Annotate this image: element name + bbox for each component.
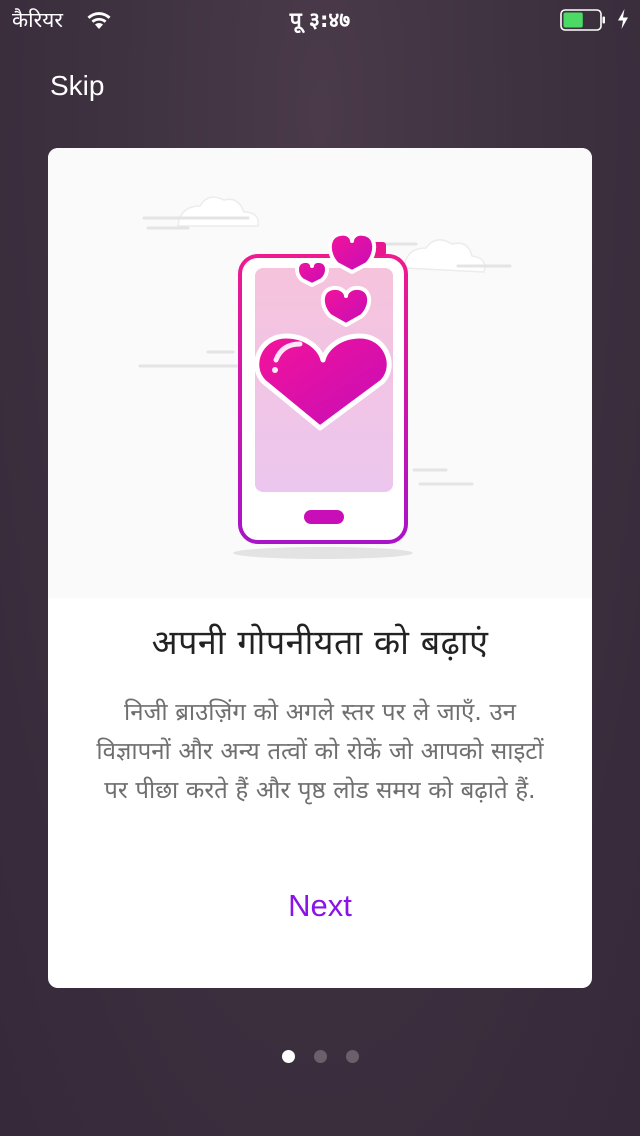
battery-icon xyxy=(560,9,605,31)
status-bar: कैरियर पू ३:४७ xyxy=(0,0,640,40)
illustration-area xyxy=(48,148,592,598)
page-dot-3[interactable] xyxy=(345,1050,359,1063)
page-dot-1[interactable] xyxy=(281,1050,295,1063)
card-description: निजी ब्राउज़िंग को अगले स्तर पर ले जाएँ.… xyxy=(96,698,544,804)
next-button[interactable]: Next xyxy=(48,888,592,924)
skip-button[interactable]: Skip xyxy=(50,70,104,102)
status-time: पू ३:४७ xyxy=(289,8,351,32)
phone-with-hearts-illustration xyxy=(138,196,512,559)
onboarding-card: अपनी गोपनीयता को बढ़ाएं निजी ब्राउज़िंग … xyxy=(48,148,592,988)
charging-bolt-icon xyxy=(618,9,628,29)
card-title: अपनी गोपनीयता को बढ़ाएं xyxy=(151,623,489,663)
page-dot-2[interactable] xyxy=(313,1050,327,1063)
page-indicator[interactable] xyxy=(0,1050,640,1063)
